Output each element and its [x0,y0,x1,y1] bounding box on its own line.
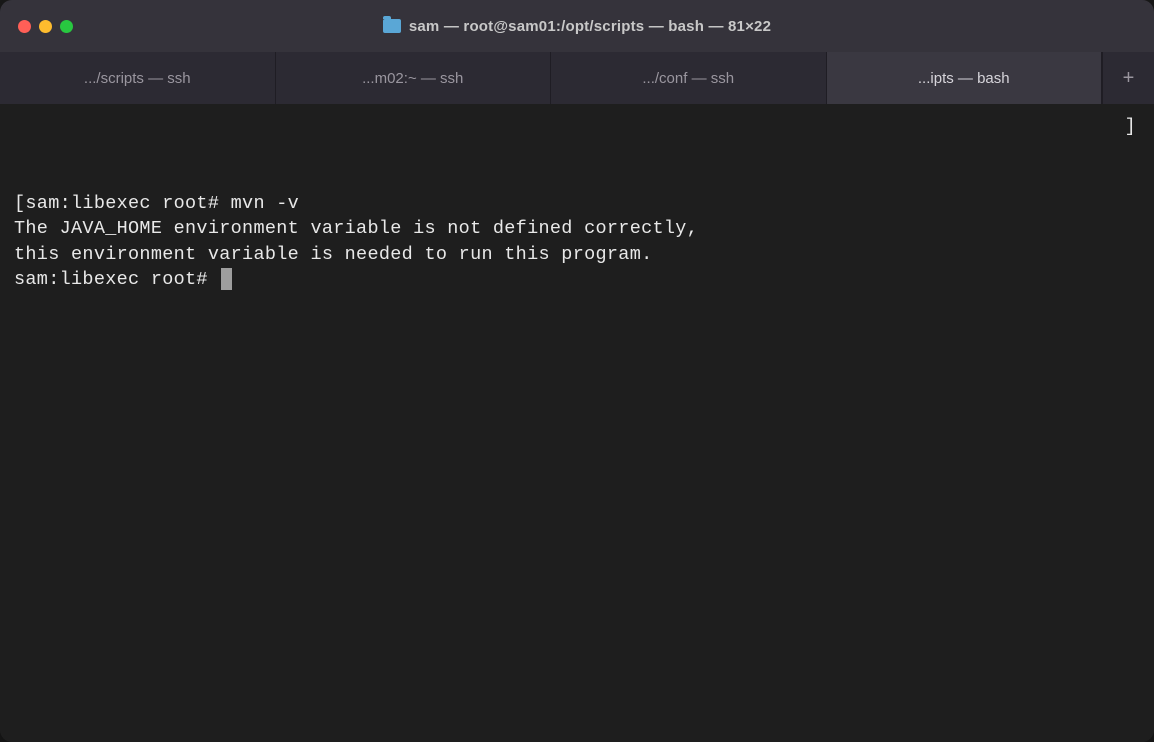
tab-label: ...ipts — bash [918,70,1010,87]
new-tab-button[interactable]: + [1102,52,1154,104]
tab-label: ...m02:~ — ssh [362,70,463,87]
folder-icon [383,19,401,33]
window-title: sam — root@sam01:/opt/scripts — bash — 8… [409,18,771,35]
tabbar: .../scripts — ssh ...m02:~ — ssh .../con… [0,52,1154,104]
plus-icon: + [1123,67,1135,90]
terminal-window: sam — root@sam01:/opt/scripts — bash — 8… [0,0,1154,742]
traffic-lights [18,20,73,33]
tab-m02-ssh[interactable]: ...m02:~ — ssh [276,52,552,104]
close-button[interactable] [18,20,31,33]
cursor [221,268,232,290]
maximize-button[interactable] [60,20,73,33]
prompt-text: sam:libexec root# [14,269,219,290]
terminal-line: [sam:libexec root# mvn -v [14,191,1140,217]
tab-label: .../scripts — ssh [84,70,191,87]
terminal-prompt-line: sam:libexec root# [14,267,1140,293]
minimize-button[interactable] [39,20,52,33]
terminal-body[interactable]: ] [sam:libexec root# mvn -vThe JAVA_HOME… [0,104,1154,742]
titlebar[interactable]: sam — root@sam01:/opt/scripts — bash — 8… [0,0,1154,52]
right-bracket: ] [1125,114,1136,140]
window-title-wrap: sam — root@sam01:/opt/scripts — bash — 8… [0,18,1154,35]
terminal-line: this environment variable is needed to r… [14,242,1140,268]
terminal-line: The JAVA_HOME environment variable is no… [14,216,1140,242]
tab-label: .../conf — ssh [642,70,734,87]
tab-ipts-bash[interactable]: ...ipts — bash [827,52,1103,104]
tab-scripts-ssh[interactable]: .../scripts — ssh [0,52,276,104]
tab-conf-ssh[interactable]: .../conf — ssh [551,52,827,104]
